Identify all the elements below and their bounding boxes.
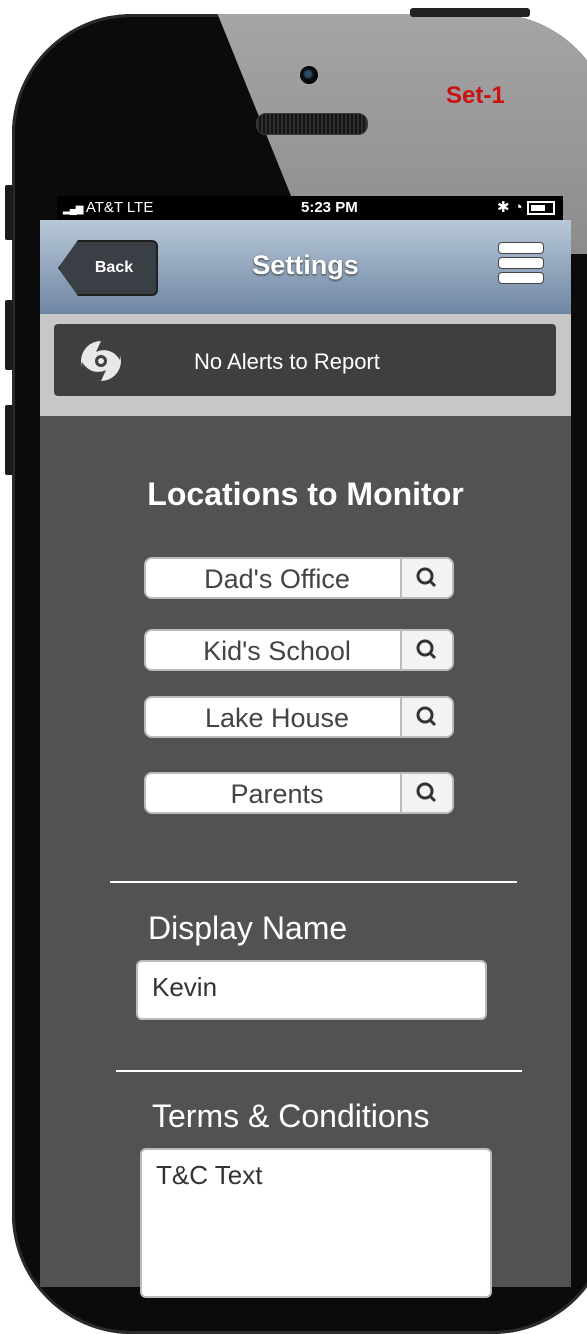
status-icons: ✱ ◔ <box>497 198 555 216</box>
front-camera <box>300 66 318 84</box>
bluetooth-icon: ✱ <box>497 199 510 216</box>
alert-text: No Alerts to Report <box>194 349 380 374</box>
location-field-kids-school[interactable]: Kid's School <box>144 629 454 671</box>
locations-title: Locations to Monitor <box>147 476 464 512</box>
battery-icon <box>527 201 555 216</box>
location-field-lake-house[interactable]: Lake House <box>144 696 454 738</box>
location-label: Parents <box>230 779 324 809</box>
status-bar: ▂▄▆ AT&T LTE 5:23 PM ✱ ◔ <box>57 196 563 220</box>
volume-down-button <box>5 405 13 475</box>
search-icon <box>416 782 437 803</box>
divider <box>110 881 517 883</box>
carrier-label: AT&T LTE <box>85 199 154 216</box>
display-name-label: Display Name <box>148 910 348 946</box>
location-label: Kid's School <box>203 636 351 666</box>
menu-icon[interactable] <box>498 242 544 290</box>
volume-up-button <box>5 300 13 370</box>
search-icon <box>416 706 437 727</box>
app-screen: Back Settings No Alerts to Report Locati… <box>40 220 571 1298</box>
earpiece-speaker <box>256 113 368 135</box>
terms-label: Terms & Conditions <box>152 1098 430 1134</box>
location-label: Lake House <box>204 703 350 733</box>
location-search-button[interactable] <box>400 774 452 812</box>
display-name-input[interactable]: Kevin <box>136 960 487 1020</box>
page-title: Settings <box>252 250 359 280</box>
alarm-icon: ◔ <box>513 199 523 216</box>
alert-banner[interactable]: No Alerts to Report <box>54 324 556 396</box>
divider <box>116 1070 522 1072</box>
carrier-indicator: ▂▄▆ AT&T LTE <box>63 199 153 216</box>
hurricane-icon <box>81 341 121 381</box>
set-annotation: Set-1 <box>446 82 505 109</box>
search-icon <box>416 639 437 660</box>
location-search-button[interactable] <box>400 559 452 597</box>
search-icon <box>416 567 437 588</box>
terms-textarea[interactable]: T&C Text <box>140 1148 492 1298</box>
location-field-parents[interactable]: Parents <box>144 772 454 814</box>
power-button <box>410 8 530 17</box>
location-search-button[interactable] <box>400 698 452 736</box>
location-search-button[interactable] <box>400 631 452 669</box>
signal-icon: ▂▄▆ <box>63 204 83 215</box>
location-label: Dad's Office <box>204 564 350 594</box>
status-time: 5:23 PM <box>301 199 358 216</box>
location-field-dads-office[interactable]: Dad's Office <box>144 557 454 599</box>
alert-banner-container: No Alerts to Report <box>40 314 571 416</box>
mute-switch <box>5 185 13 240</box>
nav-bar: Back Settings <box>40 220 571 316</box>
